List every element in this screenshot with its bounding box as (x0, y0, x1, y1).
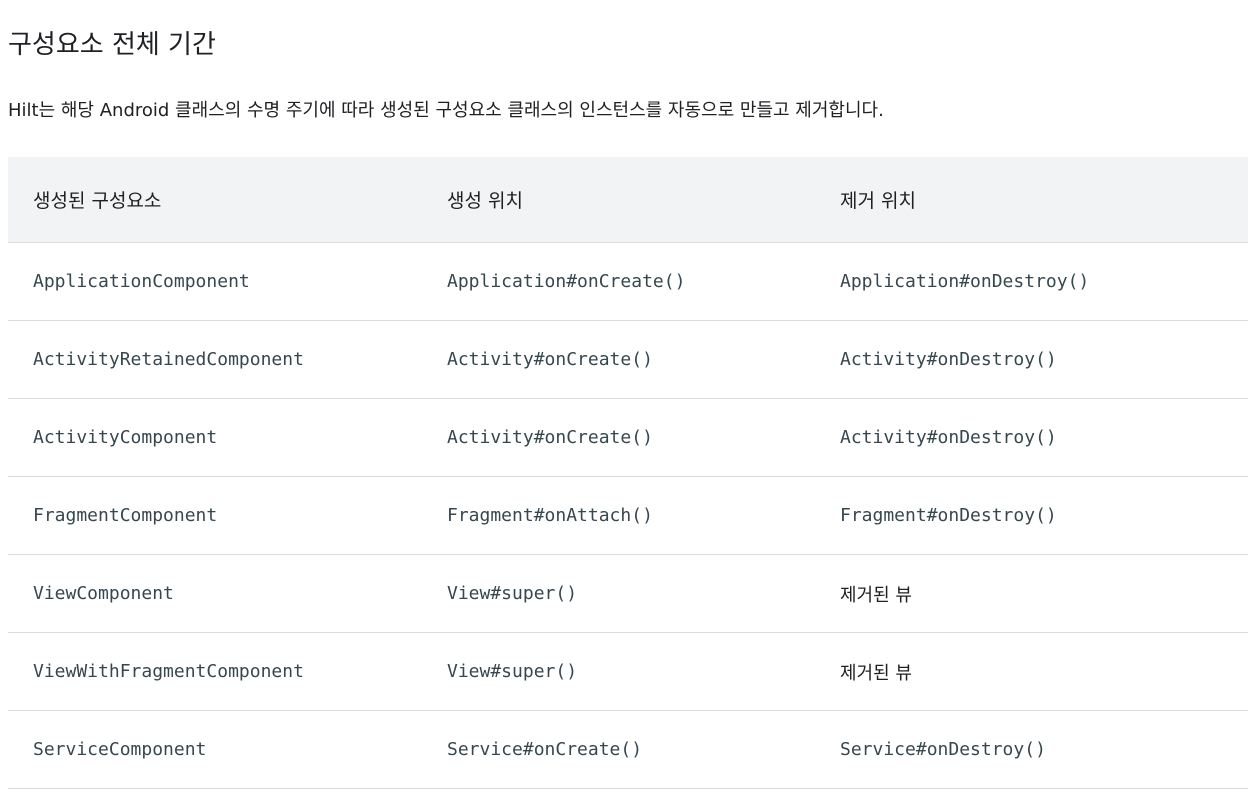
cell-created-at: Fragment#onAttach() (447, 505, 653, 526)
cell-destroyed-at: 제거된 뷰 (840, 662, 912, 684)
table-row: ActivityComponent Activity#onCreate() Ac… (8, 399, 1248, 477)
cell-destroyed-at: Fragment#onDestroy() (840, 505, 1057, 526)
cell-destroyed-at: Activity#onDestroy() (840, 349, 1057, 370)
cell-destroyed-at: Application#onDestroy() (840, 271, 1090, 292)
cell-component: FragmentComponent (33, 505, 218, 526)
table-row: ViewComponent View#super() 제거된 뷰 (8, 555, 1248, 633)
header-component: 생성된 구성요소 (33, 190, 162, 212)
cell-component: ActivityComponent (33, 427, 218, 448)
header-created-at: 생성 위치 (447, 190, 523, 212)
cell-destroyed-at: 제거된 뷰 (840, 584, 912, 606)
table-row: ApplicationComponent Application#onCreat… (8, 243, 1248, 321)
page: 구성요소 전체 기간 Hilt는 해당 Android 클래스의 수명 주기에 … (0, 0, 1260, 807)
cell-created-at: Application#onCreate() (447, 271, 686, 292)
cell-created-at: View#super() (447, 661, 578, 682)
cell-created-at: View#super() (447, 583, 578, 604)
cell-destroyed-at: Activity#onDestroy() (840, 427, 1057, 448)
table-row: ViewWithFragmentComponent View#super() 제… (8, 633, 1248, 711)
header-destroyed-at: 제거 위치 (840, 190, 916, 212)
table-row: ActivityRetainedComponent Activity#onCre… (8, 321, 1248, 399)
cell-component: ViewComponent (33, 583, 174, 604)
cell-created-at: Activity#onCreate() (447, 349, 653, 370)
cell-component: ApplicationComponent (33, 271, 250, 292)
cell-destroyed-at: Service#onDestroy() (840, 739, 1046, 760)
cell-component: ServiceComponent (33, 739, 207, 760)
cell-component: ViewWithFragmentComponent (33, 661, 304, 682)
cell-created-at: Service#onCreate() (447, 739, 643, 760)
page-title: 구성요소 전체 기간 (8, 30, 216, 61)
table-header-row: 생성된 구성요소 생성 위치 제거 위치 (8, 157, 1248, 243)
table-row: FragmentComponent Fragment#onAttach() Fr… (8, 477, 1248, 555)
cell-component: ActivityRetainedComponent (33, 349, 304, 370)
intro-paragraph: Hilt는 해당 Android 클래스의 수명 주기에 따라 생성된 구성요소… (8, 100, 884, 121)
lifecycle-table: 생성된 구성요소 생성 위치 제거 위치 ApplicationComponen… (8, 157, 1248, 789)
table-row: ServiceComponent Service#onCreate() Serv… (8, 711, 1248, 789)
cell-created-at: Activity#onCreate() (447, 427, 653, 448)
